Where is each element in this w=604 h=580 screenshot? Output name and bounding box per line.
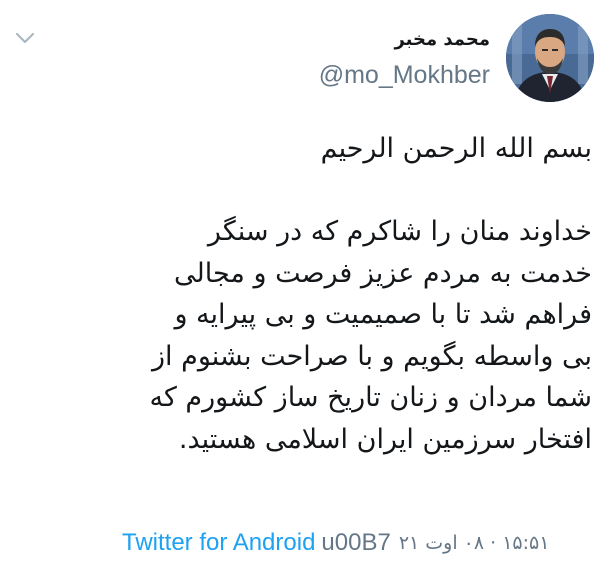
tweet-text-line: فراهم شد تا با صمیمیت و بی پیرایه و — [174, 299, 592, 330]
tweet-header: محمد مخبر @mo_Mokhber — [319, 14, 594, 104]
separator: u00B7 — [321, 529, 391, 556]
tweet-footer: Twitter for Android u00B7 ۱۵:۵۱ · ۰۸ اوت… — [122, 526, 549, 560]
avatar[interactable] — [506, 14, 594, 102]
tweet-text-line: شما مردان و زنان تاریخ ساز کشورم که — [149, 382, 592, 413]
tweet-text-line: افتخار سرزمین ایران اسلامی هستید. — [178, 423, 592, 455]
chevron-down-icon[interactable] — [14, 30, 36, 46]
tweet-text: بسم الله الرحمن الرحیم خداوند منان را شا… — [12, 128, 592, 460]
author-names: محمد مخبر @mo_Mokhber — [319, 28, 490, 89]
tweet-text-line: خدمت به مردم عزیز فرصت و مجالی — [174, 257, 592, 289]
author-display-name[interactable]: محمد مخبر — [394, 28, 490, 52]
source-link[interactable]: Twitter for Android — [122, 529, 315, 557]
tweet-text-line: بسم الله الرحمن الرحیم — [320, 133, 592, 164]
author-handle[interactable]: @mo_Mokhber — [319, 61, 490, 89]
tweet-text-line: بی واسطه بگویم و با صراحت بشنوم از — [151, 340, 592, 372]
profile-photo-icon — [506, 14, 594, 102]
tweet-card: محمد مخبر @mo_Mokhber بسم الله الرحمن ال… — [0, 0, 604, 580]
tweet-text-line: خداوند منان را شاکرم که در سنگر — [207, 216, 592, 247]
tweet-timestamp[interactable]: ۱۵:۵۱ · ۰۸ اوت ۲۱ — [399, 532, 550, 554]
